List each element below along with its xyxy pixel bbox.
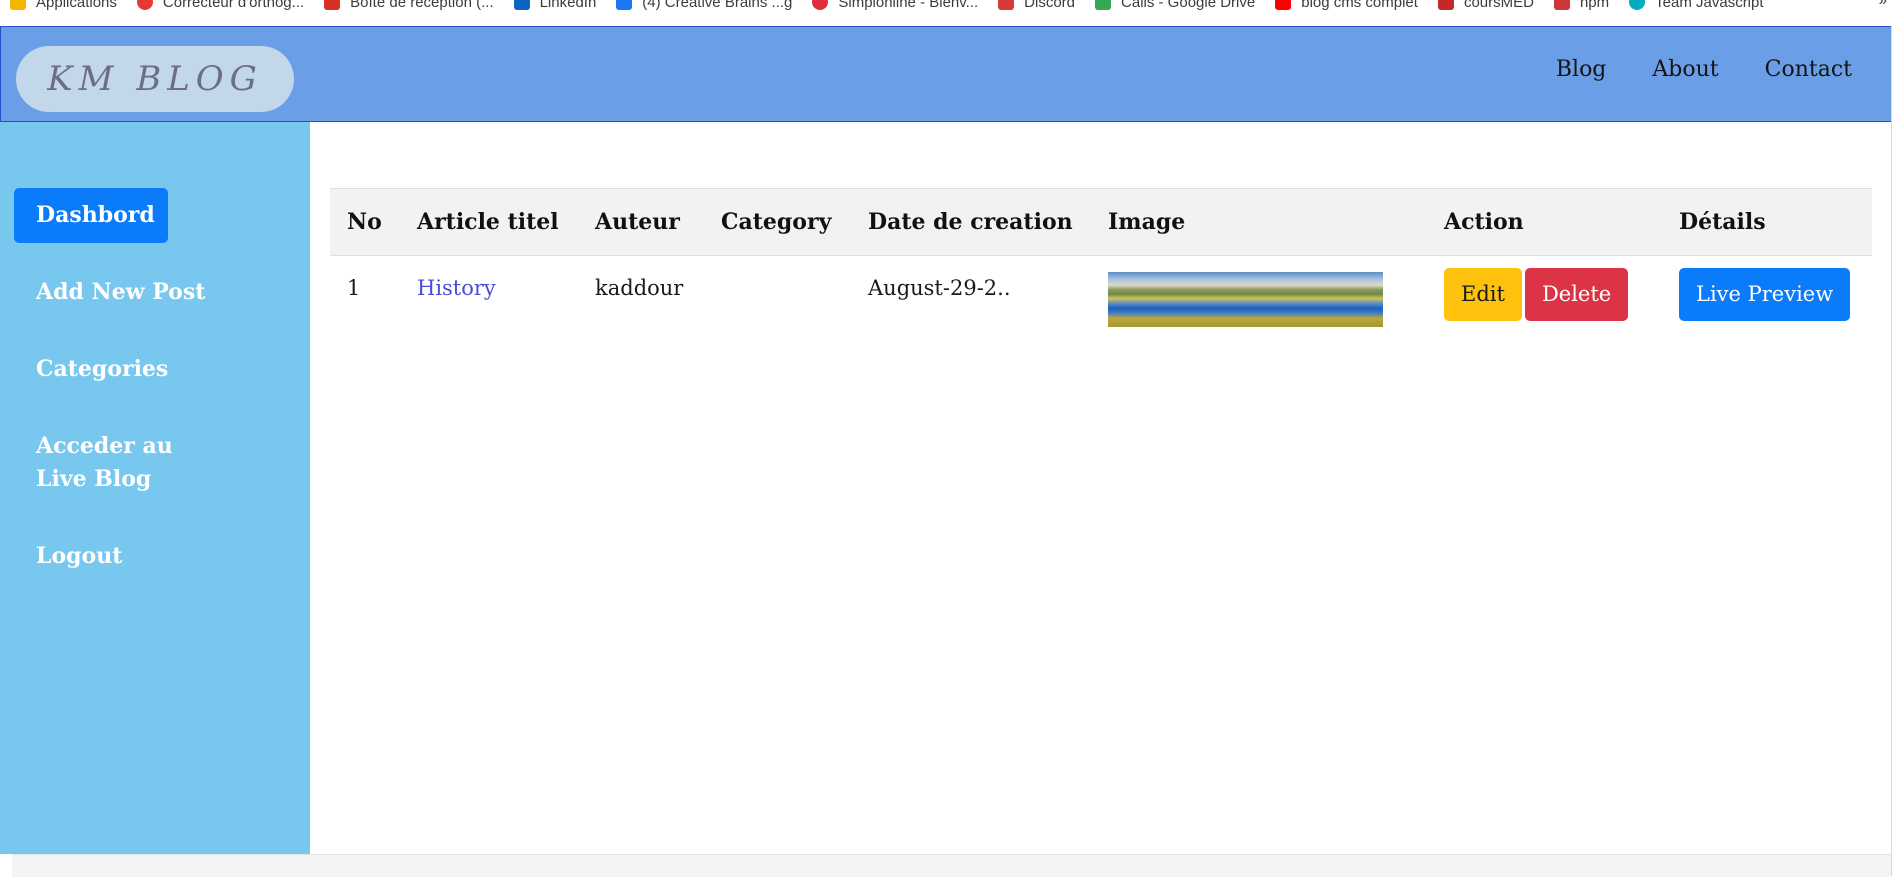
- nav-link-contact[interactable]: Contact: [1765, 57, 1852, 82]
- inbox-icon: [324, 0, 341, 10]
- column-header-action: Action: [1427, 188, 1662, 256]
- spellcheck-icon: [136, 0, 153, 10]
- sidebar-item-categories[interactable]: Categories: [14, 341, 234, 398]
- discord-icon: [998, 0, 1015, 10]
- bookmarks-list: Applications Correcteur d'orthog... Boît…: [10, 0, 1784, 12]
- bookmark-applications[interactable]: Applications: [10, 0, 117, 12]
- simplon-icon: [812, 0, 829, 10]
- cell-title: History: [400, 256, 578, 343]
- npm-icon: [1553, 0, 1570, 10]
- nav-link-blog[interactable]: Blog: [1556, 57, 1607, 82]
- sidebar-item-logout[interactable]: Logout: [14, 528, 234, 585]
- bookmarks-bar: Applications Correcteur d'orthog... Boît…: [0, 0, 1897, 26]
- linkedin-icon: [513, 0, 530, 10]
- article-thumbnail-image: [1108, 272, 1383, 327]
- bookmark-simplonline[interactable]: Simplonline - Bienv...: [812, 0, 978, 12]
- table-row: 1 History kaddour August-29-2.. Edit Dele…: [330, 256, 1872, 343]
- cell-details: Live Preview: [1662, 256, 1872, 343]
- bookmark-google-drive[interactable]: Calls - Google Drive: [1095, 0, 1255, 12]
- bookmark-coursmed[interactable]: coursMED: [1437, 0, 1534, 12]
- bookmark-creative-brains[interactable]: (4) Creative Brains ...g: [616, 0, 792, 12]
- bookmark-linkedin[interactable]: LinkedIn: [513, 0, 596, 12]
- facebook-icon: [616, 0, 633, 10]
- sidebar-item-live-blog[interactable]: Acceder au Live Blog: [14, 418, 234, 508]
- column-header-title: Article titel: [400, 188, 578, 256]
- bookmark-inbox[interactable]: Boîte de réception (...: [324, 0, 494, 12]
- sidebar-item-add-new-post[interactable]: Add New Post: [14, 264, 234, 321]
- live-preview-button[interactable]: Live Preview: [1679, 268, 1851, 321]
- sidebar-item-dashboard[interactable]: Dashbord: [14, 188, 168, 243]
- column-header-image: Image: [1091, 188, 1427, 256]
- edit-button[interactable]: Edit: [1444, 268, 1522, 321]
- cell-action: Edit Delete: [1427, 256, 1662, 343]
- nav-link-about[interactable]: About: [1652, 57, 1718, 82]
- bookmark-npm[interactable]: npm: [1553, 0, 1609, 12]
- brand-logo[interactable]: KM BLOG: [16, 46, 294, 112]
- cell-image: [1091, 256, 1427, 343]
- cell-category: [704, 256, 851, 343]
- bookmark-discord[interactable]: Discord: [998, 0, 1075, 12]
- bookmark-blog-cms[interactable]: blog cms complet: [1275, 0, 1418, 12]
- column-header-date: Date de creation: [851, 188, 1091, 256]
- cell-no: 1: [347, 276, 361, 300]
- bookmarks-overflow-chevron-icon[interactable]: »: [1879, 0, 1887, 9]
- vertical-scrollbar[interactable]: [1891, 26, 1897, 876]
- nav-links: Blog About Contact: [1510, 57, 1852, 82]
- table-header-row: No Article titel Auteur Category Date de…: [330, 188, 1872, 256]
- team-icon: [1629, 0, 1646, 10]
- article-title-link[interactable]: History: [417, 276, 496, 300]
- course-icon: [1437, 0, 1454, 10]
- delete-button[interactable]: Delete: [1524, 268, 1629, 321]
- posts-table: No Article titel Auteur Category Date de…: [330, 188, 1872, 342]
- youtube-icon: [1275, 0, 1292, 10]
- cell-date: August-29-2..: [868, 276, 1011, 300]
- bookmark-team-javascript[interactable]: Team Javascript: [1629, 0, 1764, 12]
- column-header-no: No: [330, 188, 400, 256]
- posts-table-container: No Article titel Auteur Category Date de…: [330, 188, 1872, 342]
- column-header-details: Détails: [1662, 188, 1872, 256]
- column-header-author: Auteur: [578, 188, 704, 256]
- top-navbar: KM BLOG Blog About Contact: [0, 26, 1893, 122]
- footer-strip: [12, 854, 1891, 877]
- cell-author: kaddour: [595, 276, 684, 300]
- google-drive-icon: [1095, 0, 1112, 10]
- column-header-category: Category: [704, 188, 851, 256]
- apps-grid-icon: [10, 0, 26, 10]
- sidebar: Dashbord Add New Post Categories Acceder…: [0, 122, 310, 854]
- bookmark-correcteur[interactable]: Correcteur d'orthog...: [136, 0, 304, 12]
